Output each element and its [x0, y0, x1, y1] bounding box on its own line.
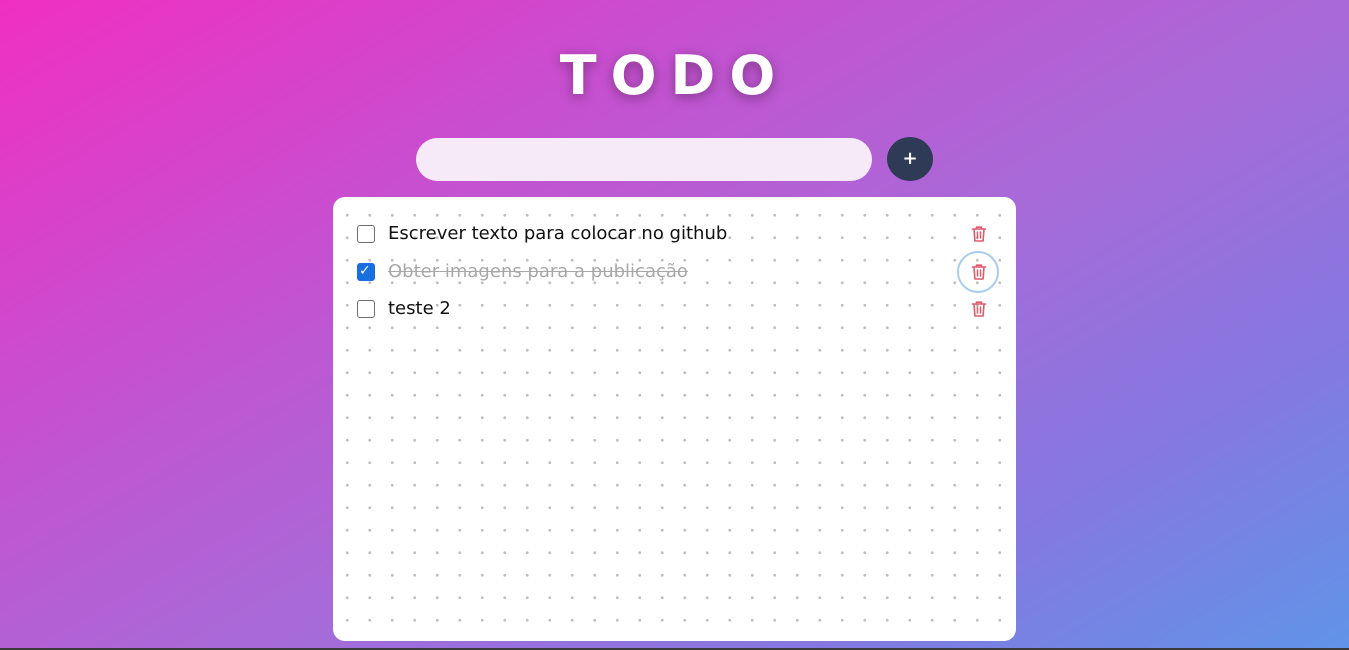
delete-task-button[interactable]	[969, 224, 989, 244]
task-label: teste 2	[388, 298, 451, 319]
task-label: Escrever texto para colocar no github	[388, 223, 728, 244]
task-checkbox[interactable]	[357, 300, 375, 318]
checkmark-icon: ✓	[359, 263, 371, 279]
add-task-button[interactable]: +	[887, 137, 933, 181]
task-checkbox[interactable]	[357, 225, 375, 243]
task-item: ✓ Obter imagens para a publicação	[333, 256, 1016, 288]
task-item: Escrever texto para colocar no github	[333, 218, 1016, 250]
trash-icon	[971, 301, 987, 317]
task-label: Obter imagens para a publicação	[388, 261, 688, 282]
task-list: Escrever texto para colocar no github ✓ …	[333, 197, 1016, 641]
delete-task-button[interactable]	[969, 299, 989, 319]
new-task-input[interactable]	[416, 138, 872, 181]
trash-icon	[971, 226, 987, 242]
delete-button-focus-ring	[957, 251, 999, 293]
task-checkbox[interactable]: ✓	[357, 263, 375, 281]
task-item: teste 2	[333, 293, 1016, 325]
app-title: TODO	[559, 44, 790, 107]
